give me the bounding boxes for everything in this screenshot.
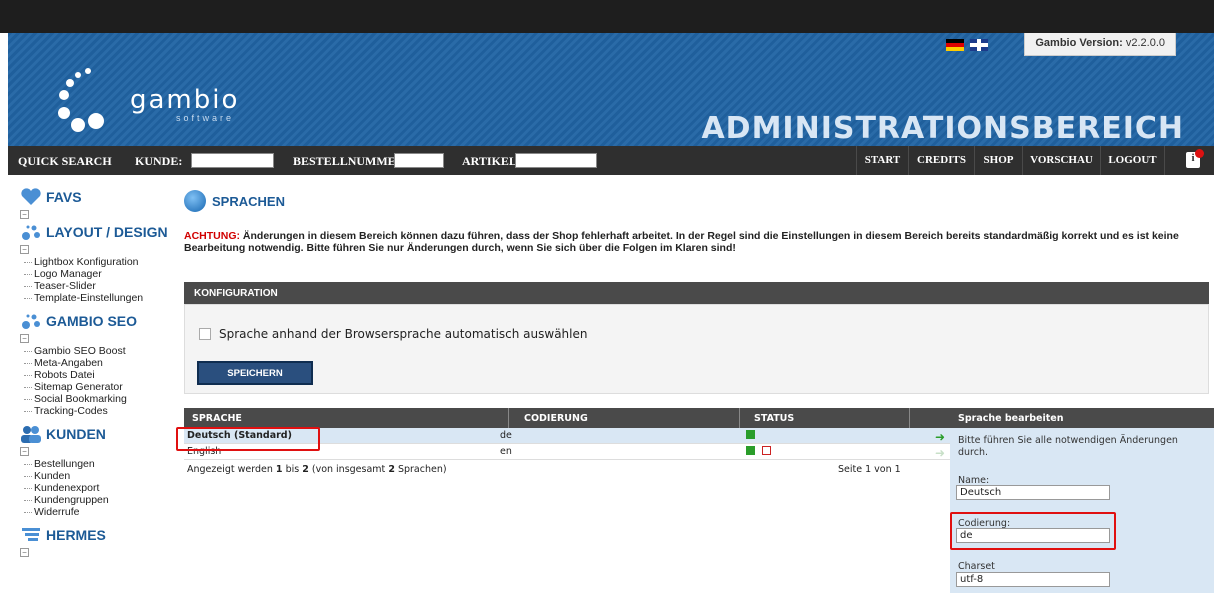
bestellnummer-label: BESTELLNUMMER:: [293, 154, 409, 168]
sidebar-item-kundengruppen[interactable]: Kundengruppen: [20, 494, 170, 506]
browser-language-checkbox[interactable]: [199, 328, 211, 340]
edit-panel-hint: Bitte führen Sie alle notwendigen Änderu…: [958, 435, 1178, 458]
sidebar-section-kunden[interactable]: KUNDEN: [20, 423, 170, 445]
users-icon: [21, 426, 41, 443]
version-value: v2.2.0.0: [1125, 37, 1165, 49]
shop-button[interactable]: SHOP: [974, 146, 1022, 175]
top-strip: [0, 0, 1214, 33]
arrow-right-icon[interactable]: ➜: [935, 430, 945, 444]
collapse-toggle[interactable]: −: [20, 447, 29, 456]
header: gambio software Gambio Version: v2.2.0.0…: [8, 33, 1214, 146]
credits-button[interactable]: CREDITS: [908, 146, 974, 175]
status-active-icon[interactable]: [746, 446, 755, 455]
kunde-search-input[interactable]: [191, 153, 274, 168]
sidebar-item-template-einstellungen[interactable]: Template-Einstellungen: [20, 292, 170, 304]
logo-subtext: software: [176, 113, 235, 123]
hermes-title: HERMES: [46, 527, 106, 543]
bestellnummer-search-input[interactable]: [394, 153, 444, 168]
gambio-seo-title: GAMBIO SEO: [46, 313, 138, 329]
sidebar-item-kunden[interactable]: Kunden: [20, 470, 170, 482]
sidebar-item-meta-angaben[interactable]: Meta-Angaben: [20, 357, 170, 369]
edit-panel-title: Sprache bearbeiten: [950, 408, 1214, 428]
language-code: de: [500, 430, 512, 441]
sidebar-item-sitemap[interactable]: Sitemap Generator: [20, 381, 170, 393]
sidebar-item-seo-boost[interactable]: Gambio SEO Boost: [20, 345, 170, 357]
column-codierung[interactable]: CODIERUNG: [524, 413, 588, 424]
sidebar-section-seo[interactable]: GAMBIO SEO: [20, 310, 170, 332]
sidebar-item-robots[interactable]: Robots Datei: [20, 369, 170, 381]
vorschau-button[interactable]: VORSCHAU: [1022, 146, 1100, 175]
sidebar-item-widerrufe[interactable]: Widerrufe: [20, 506, 170, 518]
german-flag-icon[interactable]: [946, 39, 964, 51]
uk-flag-icon[interactable]: [970, 39, 988, 51]
warning-prefix: ACHTUNG:: [184, 230, 240, 242]
collapse-toggle[interactable]: −: [20, 210, 29, 219]
edit-language-panel: Sprache bearbeiten Bitte führen Sie alle…: [950, 408, 1214, 593]
browser-language-label[interactable]: Sprache anhand der Browsersprache automa…: [219, 327, 587, 341]
admin-title: ADMINISTRATIONSBEREICH: [701, 111, 1184, 146]
collapse-toggle[interactable]: −: [20, 245, 29, 254]
sidebar-item-bestellungen[interactable]: Bestellungen: [20, 458, 170, 470]
page-title: SPRACHEN: [184, 186, 1214, 216]
sidebar-item-tracking-codes[interactable]: Tracking-Codes: [20, 405, 170, 417]
version-box: Gambio Version: v2.2.0.0: [1024, 33, 1176, 56]
result-count: Angezeigt werden 1 bis 2 (von insgesamt …: [187, 464, 447, 475]
warning-message: ACHTUNG: Änderungen in diesem Bereich kö…: [184, 230, 1214, 254]
sidebar: FAVS − LAYOUT / DESIGN − Lightbox Konfig…: [20, 186, 170, 559]
configuration-panel: Sprache anhand der Browsersprache automa…: [184, 304, 1209, 394]
sidebar-section-layout[interactable]: LAYOUT / DESIGN: [20, 221, 170, 243]
version-label: Gambio Version:: [1035, 37, 1123, 49]
status-active-icon[interactable]: [746, 430, 755, 439]
hermes-wings-icon: [22, 528, 40, 541]
sidebar-item-teaser-slider[interactable]: Teaser-Slider: [20, 280, 170, 292]
quick-search-label: QUICK SEARCH: [18, 154, 112, 168]
kunde-label: KUNDE:: [135, 154, 183, 168]
sidebar-item-social-bookmarking[interactable]: Social Bookmarking: [20, 393, 170, 405]
main-content: SPRACHEN ACHTUNG: Änderungen in diesem B…: [184, 186, 1214, 475]
info-button[interactable]: i: [1164, 146, 1214, 175]
kunden-title: KUNDEN: [46, 426, 106, 442]
favs-title: FAVS: [46, 189, 82, 205]
highlight-box: [950, 512, 1116, 550]
layout-design-title: LAYOUT / DESIGN: [46, 224, 168, 240]
sidebar-item-lightbox[interactable]: Lightbox Konfiguration: [20, 256, 170, 268]
pagination-text: Seite 1 von 1: [838, 464, 901, 475]
heart-icon: [21, 188, 41, 205]
logo-text: gambio: [130, 85, 240, 115]
start-button[interactable]: START: [856, 146, 908, 175]
sidebar-item-logo-manager[interactable]: Logo Manager: [20, 268, 170, 280]
charset-label: Charset: [958, 561, 995, 572]
logout-button[interactable]: LOGOUT: [1100, 146, 1164, 175]
language-code: en: [500, 446, 512, 457]
notification-badge: [1195, 149, 1204, 158]
table-footer: Angezeigt werden 1 bis 2 (von insgesamt …: [184, 460, 952, 478]
gambio-logo[interactable]: gambio software: [48, 55, 248, 145]
artikel-search-input[interactable]: [515, 153, 597, 168]
sidebar-item-kundenexport[interactable]: Kundenexport: [20, 482, 170, 494]
sparkle-dots-icon: [22, 225, 40, 240]
column-sprache[interactable]: SPRACHE: [192, 413, 242, 424]
sidebar-section-hermes[interactable]: HERMES: [20, 524, 170, 546]
highlight-box: [176, 427, 320, 451]
configuration-header: KONFIGURATION: [184, 282, 1209, 304]
arrow-right-icon[interactable]: ➜: [935, 446, 945, 460]
collapse-toggle[interactable]: −: [20, 548, 29, 557]
logo-dots-icon: [58, 68, 104, 132]
name-field[interactable]: Deutsch: [956, 485, 1110, 500]
column-status[interactable]: STATUS: [754, 413, 794, 424]
save-button[interactable]: SPEICHERN: [197, 361, 313, 385]
globe-icon: [184, 190, 206, 212]
artikel-label: ARTIKEL:: [462, 154, 521, 168]
table-header: SPRACHE CODIERUNG STATUS: [184, 408, 952, 428]
page-title-text: SPRACHEN: [212, 193, 285, 209]
sparkle-dots-icon: [22, 314, 40, 329]
warning-text: Änderungen in diesem Bereich können dazu…: [184, 230, 1179, 254]
sidebar-section-favs[interactable]: FAVS: [20, 186, 170, 208]
charset-field[interactable]: utf-8: [956, 572, 1110, 587]
quick-search-bar: QUICK SEARCH KUNDE: BESTELLNUMMER: ARTIK…: [8, 146, 1214, 175]
status-inactive-icon[interactable]: [762, 446, 771, 455]
collapse-toggle[interactable]: −: [20, 334, 29, 343]
